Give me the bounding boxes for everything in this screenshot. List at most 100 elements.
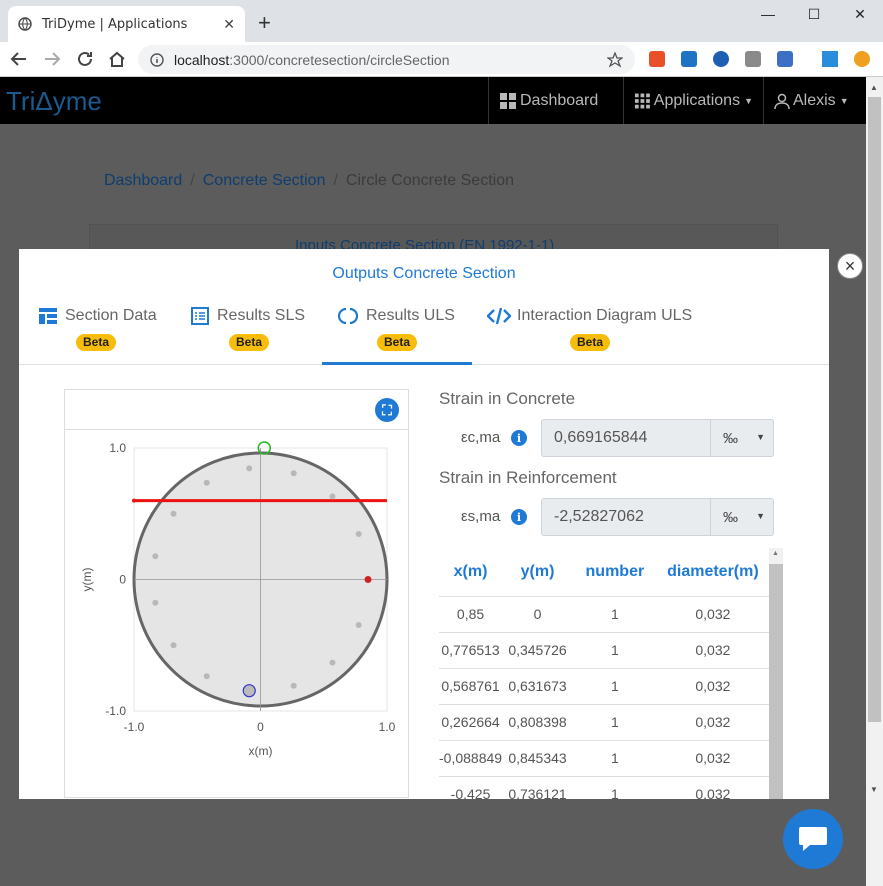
extension-grey-icon[interactable] [745,51,761,67]
rebar-point-7 [152,553,159,560]
strain-concrete-symbol: εc,max [461,429,501,446]
home-icon[interactable] [108,50,126,68]
extension-lastpass-icon[interactable] [649,51,665,67]
table-scrollbar-thumb[interactable] [769,564,783,799]
info-circle-icon[interactable] [150,52,164,67]
table-row: -0,088849 0,845343 1 0,032 [439,740,769,777]
chat-button[interactable] [783,809,843,869]
browser-tab-bar: TriDyme | Applications ✕ + — ☐ ✕ [0,0,883,42]
strain-reinforcement-unit-select[interactable]: ‰ ▼ [710,498,774,536]
strain-reinforcement-symbol: εs,max [461,508,501,525]
scroll-up-icon[interactable]: ▲ [870,83,878,92]
rebar-point-8 [152,599,159,606]
rebar-point-13 [329,659,336,666]
tab-label: Results SLS [217,307,306,324]
chat-bubble-icon [799,827,827,851]
rebar-point-12 [290,682,297,689]
cell-x: -0,425 [439,776,503,799]
x-tick-label: -1.0 [124,720,145,734]
caret-down-icon: ▼ [744,95,753,106]
rebar-point-0 [364,576,372,583]
nav-user-label: Alexis [793,91,836,109]
breadcrumb-dashboard[interactable]: Dashboard [104,172,182,189]
cell-diameter: 0,032 [656,740,769,777]
rebar-point-9 [170,642,177,649]
cell-number: 1 [572,740,657,777]
tab-close-icon[interactable]: ✕ [223,16,235,33]
breadcrumb: Dashboard / Concrete Section / Circle Concre… [104,172,514,189]
extension-arrow-icon[interactable] [822,51,838,67]
scroll-down-icon[interactable]: ▼ [870,785,878,794]
close-window-button[interactable]: ✕ [837,0,883,28]
header-x[interactable]: x(m) [439,548,503,597]
window-controls: — ☐ ✕ [745,0,883,28]
cell-number: 1 [572,632,657,669]
rebar-point-6 [170,510,177,517]
brand-logo[interactable]: TriΔyme [6,86,102,117]
rebar-point-10 [203,673,210,680]
rebar-point-3 [290,470,297,477]
tab-results-sls[interactable]: Results SLS Beta [179,301,319,365]
tab-interaction-diagram-uls[interactable]: Interaction Diagram ULS Beta [479,301,709,365]
browser-tab[interactable]: TriDyme | Applications ✕ [8,6,245,42]
header-diameter[interactable]: diameter(m) [656,548,769,597]
back-arrow-icon[interactable] [10,50,28,68]
extension-code-icon[interactable] [777,51,793,67]
beta-badge: Beta [377,334,418,351]
cell-y: 0,345726 [502,632,573,669]
cell-x: 0,85 [439,596,503,633]
breadcrumb-concrete-section[interactable]: Concrete Section [203,172,326,189]
nav-user[interactable]: Alexis ▼ [763,77,866,124]
minimize-button[interactable]: — [745,0,791,28]
forward-arrow-icon[interactable] [43,50,61,68]
rebar-table-wrapper[interactable]: x(m) y(m) number diameter(m) 0,85 0 1 0,032… [439,548,783,799]
address-bar[interactable]: localhost:3000/concretesection/circleSec… [138,45,635,74]
extension-s-icon[interactable] [681,51,697,67]
modal-close-button[interactable]: × [837,253,863,279]
tab-results-uls[interactable]: Results ULS Beta [322,301,472,365]
rebar-point-1 [355,531,362,538]
page-scrollbar[interactable]: ▲ ▼ [866,77,883,886]
header-number[interactable]: number [572,548,657,597]
strain-reinforcement-value: -2,52827062 [541,498,711,536]
maximize-button[interactable]: ☐ [791,0,837,28]
chart-toolbar: ⛶ [65,390,408,430]
info-icon[interactable]: i [511,509,527,525]
extension-blue-circle-icon[interactable] [713,51,729,67]
table-row: 0,85 0 1 0,032 [439,596,769,633]
tab-section-data[interactable]: Section Data Beta [19,301,179,365]
tab-label: Results ULS [366,307,455,324]
table-row: 0,262664 0,808398 1 0,032 [439,704,769,741]
strain-concrete-unit-select[interactable]: ‰ ▼ [710,419,774,457]
scroll-up-icon[interactable]: ▲ [772,550,779,557]
info-icon[interactable]: i [511,430,527,446]
nav-applications-label: Applications [653,91,741,109]
y-tick-label: 1.0 [109,441,126,455]
beta-badge: Beta [229,334,270,351]
section-chart[interactable]: -1.0 0 1.0 1.0 0 -1.0 x(m) y(m) [65,430,408,798]
fullscreen-icon[interactable]: ⛶ [375,398,399,422]
header-y[interactable]: y(m) [502,548,573,597]
cell-diameter: 0,032 [656,668,769,705]
nav-applications[interactable]: Applications ▼ [623,77,763,124]
new-tab-button[interactable]: + [258,10,271,36]
reload-icon[interactable] [76,50,94,68]
cell-number: 1 [572,668,657,705]
y-tick-label: 0 [119,573,126,587]
nav-dashboard-label: Dashboard [520,91,599,109]
strain-concrete-label: Strain in Concrete [439,389,576,408]
outputs-modal: Outputs Concrete Section Section Data Be… [19,249,829,799]
page-scrollbar-thumb[interactable] [868,97,881,722]
cell-y: 0,736121 [502,776,573,799]
circle-notch-icon [338,307,359,325]
strain-reinforcement-row: εs,max i -2,52827062 ‰▼ [439,498,779,536]
section-chart-panel: ⛶ -1.0 0 1.0 1.0 0 -1.0 x(m) y(m) [64,389,409,798]
extension-orange-icon[interactable] [854,51,870,67]
rebar-highlight-ring [242,684,256,698]
table-scrollbar[interactable]: ▲ [769,548,783,799]
modal-title: Outputs Concrete Section [332,265,516,282]
bookmark-star-icon[interactable] [607,51,623,68]
nav-dashboard[interactable]: Dashboard [488,77,623,124]
neutral-axis-marker [132,498,136,503]
cell-y: 0,845343 [502,740,573,777]
